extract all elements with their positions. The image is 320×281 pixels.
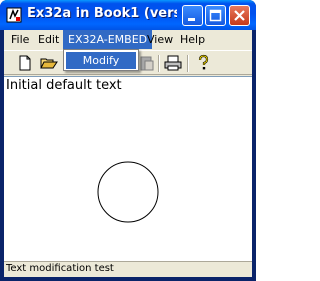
new-document-icon[interactable] bbox=[16, 54, 34, 72]
print-icon[interactable] bbox=[164, 54, 182, 72]
client-area: File Edit EX32A-EMBED View Help Initial … bbox=[4, 30, 252, 277]
menu-view[interactable]: View bbox=[142, 30, 178, 49]
menu-help[interactable]: Help bbox=[175, 30, 210, 49]
title-bar[interactable]: Ex32a in Book1 (versi... bbox=[0, 0, 256, 30]
app-icon[interactable] bbox=[6, 7, 22, 23]
document-text: Initial default text bbox=[6, 78, 122, 93]
toolbar-separator bbox=[187, 55, 189, 72]
maximize-button[interactable] bbox=[205, 5, 226, 26]
paste-icon[interactable] bbox=[138, 54, 156, 72]
toolbar-separator bbox=[158, 55, 160, 72]
menu-file[interactable]: File bbox=[6, 30, 34, 49]
open-folder-icon[interactable] bbox=[40, 54, 58, 72]
document-view[interactable]: Initial default text bbox=[4, 76, 252, 261]
ex32a-embed-menu: Modify bbox=[63, 49, 139, 71]
status-bar: Text modification test bbox=[4, 261, 252, 277]
window-title: Ex32a in Book1 (versi... bbox=[27, 6, 177, 21]
close-button[interactable] bbox=[229, 5, 250, 26]
menu-edit[interactable]: Edit bbox=[33, 30, 64, 49]
minimize-button[interactable] bbox=[182, 5, 203, 26]
menu-ex32a-embed[interactable]: EX32A-EMBED bbox=[63, 30, 153, 49]
status-text: Text modification test bbox=[6, 263, 114, 274]
help-icon[interactable] bbox=[194, 54, 212, 72]
menu-bar: File Edit EX32A-EMBED View Help bbox=[4, 30, 252, 49]
application-window: Ex32a in Book1 (versi... File Edit EX32A… bbox=[0, 0, 256, 281]
menu-item-modify[interactable]: Modify bbox=[66, 52, 136, 69]
circle-shape bbox=[97, 161, 159, 223]
